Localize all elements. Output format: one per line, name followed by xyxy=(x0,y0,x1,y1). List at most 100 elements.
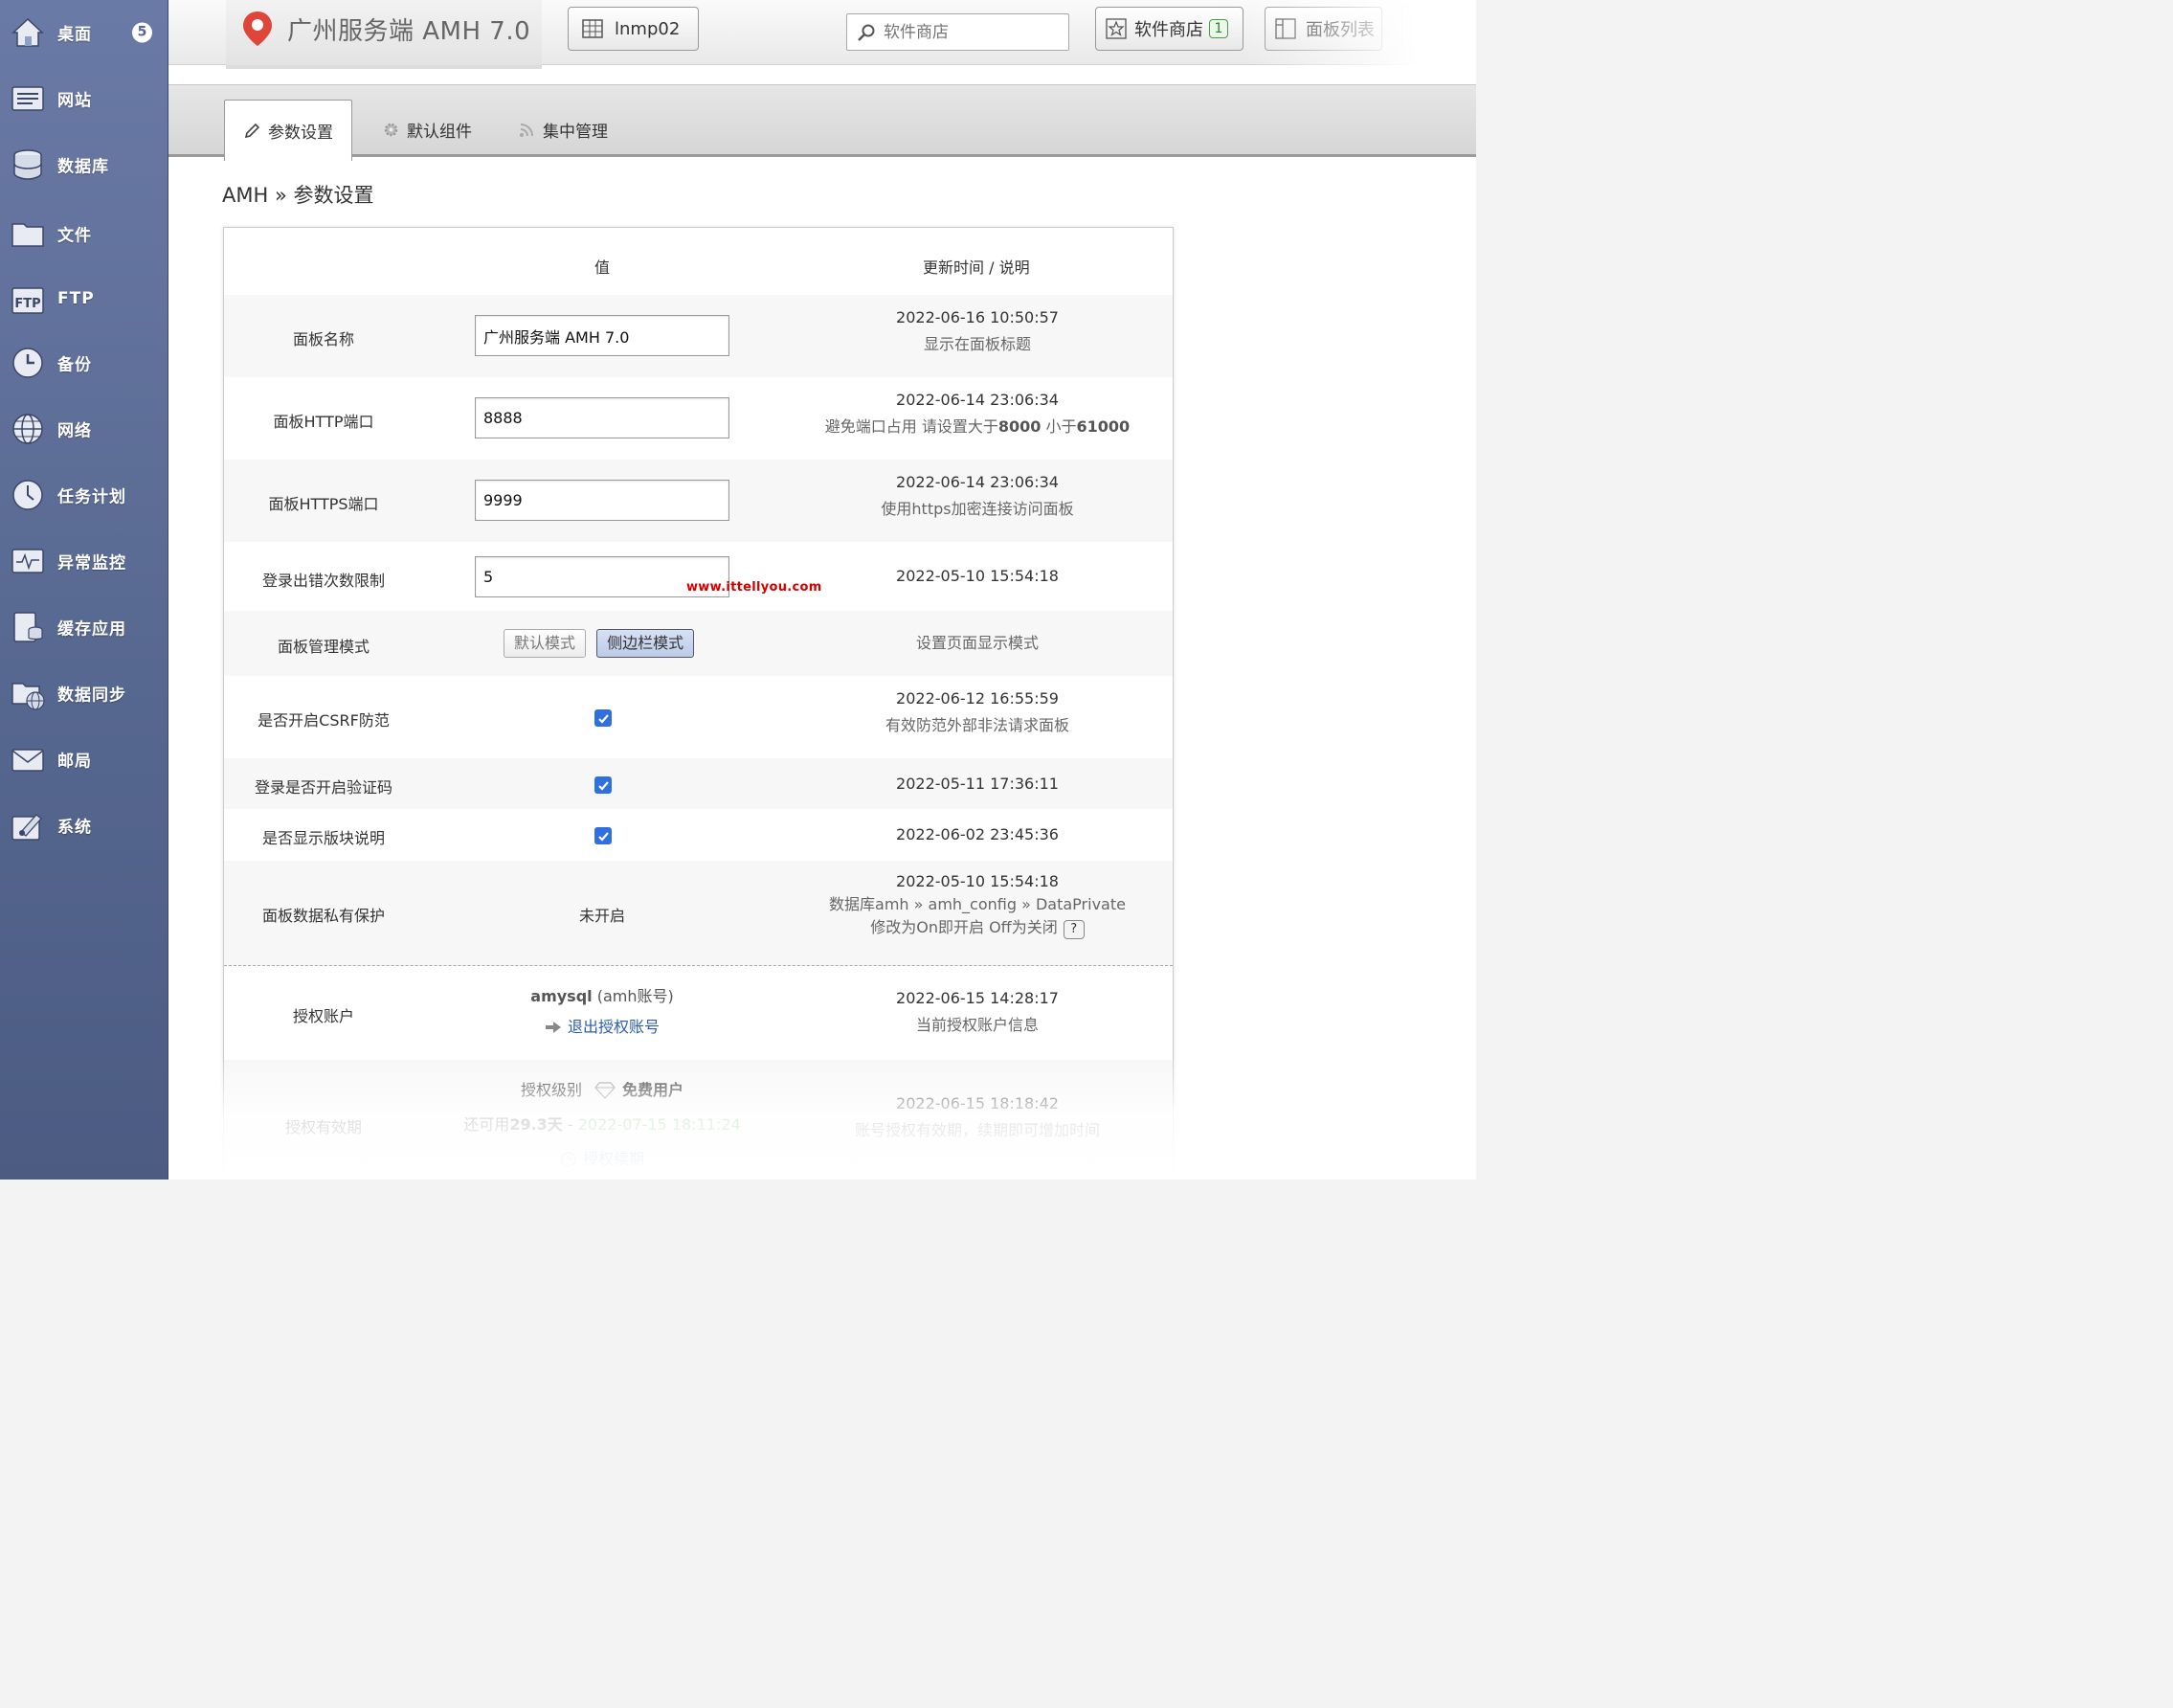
tab-label: 参数设置 xyxy=(268,124,333,143)
sidebar-item-label: 网站 xyxy=(57,91,92,111)
show-desc-checkbox[interactable] xyxy=(594,827,612,844)
sidebar-mode-button[interactable]: 侧边栏模式 xyxy=(596,629,695,658)
http-port-input[interactable] xyxy=(475,397,729,438)
auth-valid-block: 授权级别 免费用户 还可用29.3天 - 2022-07-15 18:11:24… xyxy=(446,1073,758,1177)
sidebar-item-sync[interactable]: 数据同步 xyxy=(0,665,168,721)
update-time: 2022-06-02 23:45:36 xyxy=(896,825,1059,843)
sidebar-item-label: 数据同步 xyxy=(57,685,126,706)
sidebar-item-label: 任务计划 xyxy=(57,487,126,507)
row-label: 面板数据私有保护 xyxy=(261,907,385,925)
logout-link-row: 退出授权账号 xyxy=(475,1012,729,1043)
renew-auth-link[interactable]: 授权续期 xyxy=(583,1142,644,1177)
sidebar-item-network[interactable]: 网络 xyxy=(0,401,168,457)
row-description: 2022-05-10 15:54:18 xyxy=(798,563,1156,590)
row-note: 账号授权有效期，续期即可增加时间 xyxy=(854,1121,1100,1139)
tab-parameters[interactable]: 参数设置 xyxy=(224,100,352,161)
env-button[interactable]: lnmp02 xyxy=(568,7,699,51)
tab-central-management[interactable]: 集中管理 xyxy=(519,101,608,158)
check-icon xyxy=(597,713,609,724)
update-time: 2022-06-15 18:18:42 xyxy=(896,1094,1059,1112)
row-label: 面板管理模式 xyxy=(277,638,370,656)
update-time: 2022-06-14 23:06:34 xyxy=(896,391,1059,409)
search-input[interactable] xyxy=(884,22,1056,42)
gear-icon xyxy=(384,123,398,136)
https-port-input[interactable] xyxy=(475,480,729,521)
sidebar-item-desktop[interactable]: 桌面 5 xyxy=(0,5,168,60)
min-port: 8000 xyxy=(997,417,1042,436)
auth-remaining-line: 还可用29.3天 - 2022-07-15 18:11:24 xyxy=(446,1108,758,1142)
sidebar-item-label: 邮局 xyxy=(57,752,92,772)
software-store-button[interactable]: 软件商店 1 xyxy=(1095,7,1243,51)
sidebar-item-backup[interactable]: 备份 xyxy=(0,335,168,391)
sidebar-item-tasks[interactable]: 任务计划 xyxy=(0,467,168,523)
diamond-icon xyxy=(594,1082,616,1099)
row-label: 授权有效期 xyxy=(284,1118,362,1136)
row-note: 修改为On即开启 Off为关闭? xyxy=(798,916,1156,939)
row-label: 是否显示版块说明 xyxy=(261,829,385,847)
remaining-days: 29.3天 xyxy=(509,1115,563,1134)
sidebar-item-website[interactable]: 网站 xyxy=(0,71,168,126)
update-time: 2022-06-16 10:50:57 xyxy=(896,308,1059,326)
row-description: 设置页面显示模式 xyxy=(798,630,1156,657)
note-text: 小于 xyxy=(1041,417,1077,436)
captcha-checkbox[interactable] xyxy=(594,776,612,794)
panel-list-icon xyxy=(1275,18,1296,39)
panel-name-input[interactable] xyxy=(475,315,729,356)
update-time: 2022-06-15 14:28:17 xyxy=(896,989,1059,1007)
row-label: 登录是否开启验证码 xyxy=(254,778,392,797)
row-description: 2022-06-15 18:18:42 账号授权有效期，续期即可增加时间 xyxy=(798,1090,1156,1144)
row-description: 2022-06-16 10:50:57 显示在面板标题 xyxy=(798,304,1156,358)
star-icon xyxy=(1106,18,1127,39)
csrf-checkbox[interactable] xyxy=(594,709,612,727)
row-description: 2022-06-12 16:55:59 有效防范外部非法请求面板 xyxy=(798,685,1156,739)
settings-button[interactable] xyxy=(1401,7,1476,51)
sidebar: 桌面 5 网站 数据库 文件 FTP FTP 备份 网络 任务计划 异常监控 缓… xyxy=(0,0,168,1180)
pencil-icon xyxy=(244,123,260,138)
ftp-icon: FTP xyxy=(11,287,44,314)
max-port: 61000 xyxy=(1076,417,1131,436)
update-time: 2022-06-14 23:06:34 xyxy=(896,473,1059,491)
monitor-icon xyxy=(11,549,44,573)
update-time: 2022-05-10 15:54:18 xyxy=(896,567,1059,585)
table-row: 面板管理模式 默认模式 侧边栏模式 设置页面显示模式 xyxy=(224,611,1173,676)
auth-level-line: 授权级别 免费用户 xyxy=(446,1073,758,1108)
table-row: 授权有效期 授权级别 免费用户 还可用29.3天 - 2022-07-15 18… xyxy=(224,1060,1173,1180)
sidebar-item-label: 桌面 xyxy=(57,25,92,45)
sidebar-item-database[interactable]: 数据库 xyxy=(0,137,168,192)
update-time: 2022-05-11 17:36:11 xyxy=(896,775,1059,793)
app-root: 桌面 5 网站 数据库 文件 FTP FTP 备份 网络 任务计划 异常监控 缓… xyxy=(0,0,1476,1180)
row-description: 2022-06-02 23:45:36 xyxy=(798,821,1156,848)
logout-auth-link[interactable]: 退出授权账号 xyxy=(568,1012,660,1043)
check-icon xyxy=(597,831,609,842)
search-box[interactable] xyxy=(846,13,1069,51)
sidebar-item-ftp[interactable]: FTP FTP xyxy=(0,271,168,326)
table-row: 登录是否开启验证码 2022-05-11 17:36:11 xyxy=(224,758,1173,809)
sidebar-item-label: 缓存应用 xyxy=(57,619,126,640)
help-button[interactable]: ? xyxy=(1063,920,1085,939)
top-bar: 广州服务端 AMH 7.0 lnmp02 软件商店 1 面板列表 xyxy=(168,0,1476,69)
tab-default-components[interactable]: 默认组件 xyxy=(383,101,472,158)
default-mode-button[interactable]: 默认模式 xyxy=(504,629,587,658)
sidebar-item-system[interactable]: 系统 xyxy=(0,798,168,853)
clock-icon xyxy=(12,480,43,510)
tab-label: 集中管理 xyxy=(543,122,608,142)
location-pin-icon xyxy=(243,11,272,46)
column-header-value: 值 xyxy=(594,258,611,277)
sidebar-item-monitor[interactable]: 异常监控 xyxy=(0,533,168,589)
sidebar-item-mail[interactable]: 邮局 xyxy=(0,731,168,787)
panel-list-label: 面板列表 xyxy=(1306,20,1375,40)
sidebar-item-label: 数据库 xyxy=(57,157,109,177)
sidebar-item-files[interactable]: 文件 xyxy=(0,206,168,261)
settings-table: 值 更新时间 / 说明 面板名称 2022-06-16 10:50:57 显示在… xyxy=(223,227,1174,1180)
row-label: 授权账户 xyxy=(292,1007,354,1025)
account-type: (amh账号) xyxy=(592,987,674,1005)
row-note: 显示在面板标题 xyxy=(923,335,1031,353)
tab-label: 默认组件 xyxy=(407,122,472,142)
sidebar-item-cache[interactable]: 缓存应用 xyxy=(0,599,168,655)
row-label: 面板HTTPS端口 xyxy=(268,495,379,513)
brand-block[interactable]: 广州服务端 AMH 7.0 xyxy=(226,0,542,69)
row-description: 2022-06-15 14:28:17 当前授权账户信息 xyxy=(798,985,1156,1039)
grid-icon xyxy=(582,19,603,38)
system-icon xyxy=(11,814,42,841)
panel-list-button[interactable]: 面板列表 xyxy=(1265,7,1382,51)
